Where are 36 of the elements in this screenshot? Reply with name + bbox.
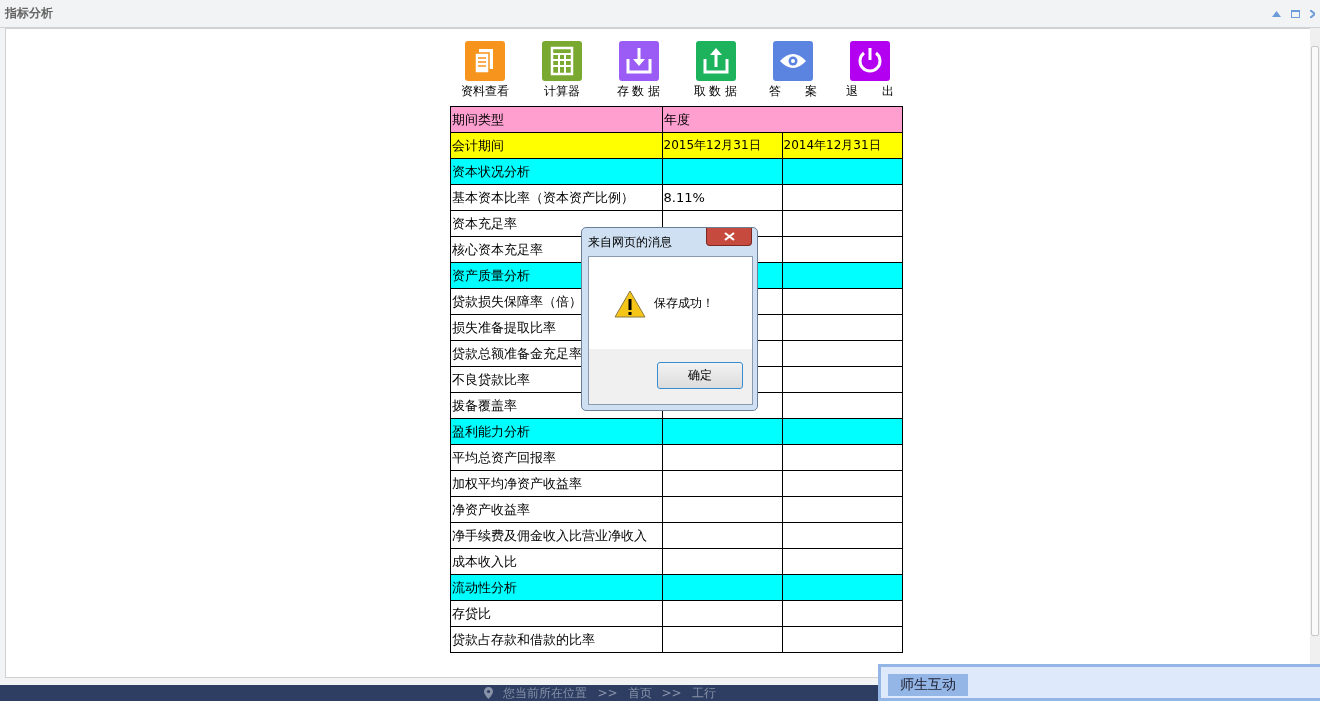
ok-button[interactable]: 确定	[657, 362, 743, 389]
table-cell: 盈利能力分析	[450, 418, 662, 445]
toolbar-button[interactable]: 退 出	[843, 41, 896, 100]
table-cell: 会计期间	[450, 132, 662, 159]
chat-tab[interactable]: 师生互动	[888, 674, 968, 696]
breadcrumb-separator: >>	[597, 686, 618, 700]
toolbar-button[interactable]: 存 数 据	[612, 41, 665, 100]
panel-title: 指标分析	[5, 5, 54, 22]
table-cell: 平均总资产回报率	[450, 444, 662, 471]
table-cell: 基本资本比率（资本资产比例）	[450, 184, 662, 211]
table-cell: 流动性分析	[450, 574, 662, 601]
warning-icon	[614, 290, 646, 318]
table-cell: 年度	[662, 106, 902, 133]
table-cell: 资本状况分析	[450, 158, 662, 185]
collapse-icon[interactable]	[1272, 10, 1281, 17]
table-cell: 2015年12月31日	[662, 132, 782, 159]
toolbar-button[interactable]: 答 案	[766, 41, 819, 100]
table-cell: 贷款占存款和借款的比率	[450, 626, 662, 653]
table-cell: 存贷比	[450, 600, 662, 627]
breadcrumb-link[interactable]: 工行	[691, 684, 716, 701]
table-cell: 8.11%	[662, 184, 782, 211]
scrollbar[interactable]	[1310, 28, 1320, 664]
table-cell: 成本收入比	[450, 548, 662, 575]
table-cell: 净手续费及佣金收入比营业净收入	[450, 522, 662, 549]
table-cell: 加权平均净资产收益率	[450, 470, 662, 497]
toolbar-button[interactable]: 资料查看	[458, 41, 511, 100]
table-cell: 2014年12月31日	[782, 132, 902, 159]
close-button[interactable]	[706, 228, 752, 246]
maximize-icon[interactable]	[1291, 9, 1300, 18]
breadcrumb-link[interactable]: 首页	[627, 684, 652, 701]
toolbar-button[interactable]: 取 数 据	[689, 41, 742, 100]
breadcrumb-separator: >>	[661, 686, 682, 700]
breadcrumb-label: 您当前所在位置	[503, 684, 588, 701]
table-cell: 净资产收益率	[450, 496, 662, 523]
table-cell: 期间类型	[450, 106, 662, 133]
toolbar-button[interactable]: 计算器	[535, 41, 588, 100]
